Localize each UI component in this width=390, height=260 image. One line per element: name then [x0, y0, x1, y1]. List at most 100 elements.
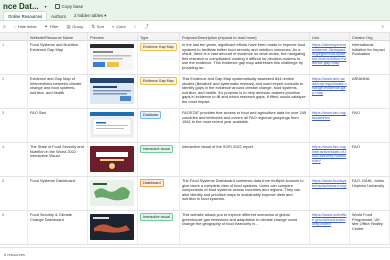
table-row[interactable]: 1 Food Systems and Nutrition Evidence Ga…: [0, 41, 390, 75]
filter-icon: ⏷: [44, 24, 49, 29]
preview-cell[interactable]: [88, 75, 138, 108]
link-cell[interactable]: https://www.foodsystemsdashboard.org/: [310, 177, 350, 210]
table-row[interactable]: 4 The State of Food Security and Nutriti…: [0, 143, 390, 177]
copy-base-button[interactable]: Copy base: [54, 3, 84, 9]
type-badge: Interactive visual: [140, 213, 173, 221]
resource-name-cell[interactable]: Food Systems Dashboard: [28, 177, 88, 210]
search-icon: ⌕: [381, 24, 384, 29]
row-number: 1: [0, 41, 28, 74]
filter-label: Filter: [49, 24, 59, 29]
color-button[interactable]: ◐ Color: [112, 24, 126, 29]
group-label: Group: [72, 24, 84, 29]
type-cell[interactable]: Interactive visual: [138, 211, 180, 244]
preview-thumbnail[interactable]: [90, 78, 134, 104]
sort-icon: ⇅: [91, 23, 96, 29]
search-button[interactable]: ⌕: [381, 24, 384, 29]
filter-button[interactable]: ⏷ Filter: [45, 24, 59, 29]
preview-cell[interactable]: [88, 41, 138, 74]
header-link[interactable]: Link: [310, 33, 350, 41]
preview-cell[interactable]: [88, 211, 138, 244]
type-cell[interactable]: Evidence Gap Map: [138, 75, 180, 108]
record-count: 6 resources: [0, 247, 390, 260]
type-cell[interactable]: Dashboard: [138, 177, 180, 210]
table-row[interactable]: 3 FAO Stat Database FAOSTAT provides fre…: [0, 109, 390, 143]
preview-cell[interactable]: [88, 143, 138, 176]
title-menu-chevron-icon[interactable]: ▾: [45, 4, 47, 9]
type-cell[interactable]: Interactive visual: [138, 143, 180, 176]
group-icon: ▤: [66, 23, 71, 29]
tab-hidden-tables[interactable]: 2 hidden tables ▾: [70, 11, 111, 20]
description-cell[interactable]: Interactive visual of the SOFI 2022 repo…: [180, 143, 310, 176]
menu-icon: ≡: [3, 24, 6, 29]
row-height-icon: ↕: [133, 24, 137, 29]
row-number: 6: [0, 211, 28, 244]
color-label: Color: [116, 24, 126, 29]
description-cell[interactable]: The Food Systems Dashboard combines data…: [180, 177, 310, 210]
preview-thumbnail[interactable]: [90, 146, 134, 172]
table-row[interactable]: 2 Evidence and Gap Map of Interventions …: [0, 75, 390, 109]
views-menu-button[interactable]: ≡: [3, 24, 6, 29]
resource-name-cell[interactable]: Evidence and Gap Map of Interventions be…: [28, 75, 88, 108]
copy-icon: [54, 3, 60, 9]
table-row[interactable]: 5 Food Systems Dashboard Dashboard The F…: [0, 177, 390, 211]
link-cell[interactable]: https://www.metoffice.gov.uk/food-insecu…: [310, 211, 350, 244]
type-cell[interactable]: Database: [138, 109, 180, 142]
hide-fields-label: Hide fields: [17, 24, 37, 29]
type-cell[interactable]: Evidence Gap Map: [138, 41, 180, 74]
type-badge: Dashboard: [140, 179, 164, 187]
base-title[interactable]: nce Dat...: [0, 2, 39, 11]
table-row[interactable]: 6 Food Security & Climate Change Dashboa…: [0, 211, 390, 245]
creator-cell[interactable]: ARIANNA: [350, 75, 390, 108]
copy-base-label: Copy base: [61, 3, 84, 9]
header-row-number[interactable]: [0, 33, 28, 41]
preview-thumbnail[interactable]: [90, 44, 134, 70]
row-number: 2: [0, 75, 28, 108]
description-cell[interactable]: This Evidence and Gap Map systematically…: [180, 75, 310, 108]
header-creator[interactable]: Creator Org: [350, 33, 390, 41]
preview-cell[interactable]: [88, 177, 138, 210]
eye-off-icon: ◌: [13, 24, 17, 29]
creator-cell[interactable]: FAO, GAIN, Johns Hopkins University: [350, 177, 390, 210]
preview-thumbnail[interactable]: [90, 180, 134, 206]
link-cell[interactable]: https://www.fao.org/interactive/state-of…: [310, 143, 350, 176]
row-height-button[interactable]: ↕: [134, 24, 136, 29]
type-badge: Evidence Gap Map: [140, 77, 177, 85]
view-toolbar: ≡ ◌ Hide fields ⏷ Filter ▤ Group ⇅ Sort ◐ Col…: [0, 21, 390, 33]
header-type[interactable]: Type: [138, 33, 180, 41]
header-preview[interactable]: Preview: [88, 33, 138, 41]
resource-name-cell[interactable]: Food Security & Climate Change Dashboard: [28, 211, 88, 244]
sort-button[interactable]: ⇅ Sort: [91, 24, 104, 30]
preview-thumbnail[interactable]: [90, 112, 134, 138]
hide-fields-button[interactable]: ◌ Hide fields: [14, 24, 37, 29]
link-cell[interactable]: https://www.ahh-academy.org/climate-chan…: [310, 75, 350, 108]
creator-cell[interactable]: FAO: [350, 109, 390, 142]
tab-online-resources[interactable]: Online Resources: [3, 11, 48, 20]
color-icon: ◐: [112, 24, 115, 29]
header-description[interactable]: Purpose/Description (expand to read more…: [180, 33, 310, 41]
top-bar: nce Dat... ▾ Copy base: [0, 0, 390, 12]
group-button[interactable]: ▤ Group: [67, 24, 84, 30]
description-cell[interactable]: In the last ten years, significant effor…: [180, 41, 310, 74]
row-number: 5: [0, 177, 28, 210]
link-cell[interactable]: https://developmentevidence.3ieimpact.or…: [310, 41, 350, 74]
resource-name-cell[interactable]: Food Systems and Nutrition Evidence Gap …: [28, 41, 88, 74]
preview-cell[interactable]: [88, 109, 138, 142]
creator-cell[interactable]: International Initiative for Impact Eval…: [350, 41, 390, 74]
type-badge: Interactive visual: [140, 145, 173, 153]
share-view-button[interactable]: ⤴: [144, 24, 149, 30]
resource-name-cell[interactable]: The State of Food Security and Nutrition…: [28, 143, 88, 176]
resource-name-cell[interactable]: FAO Stat: [28, 109, 88, 142]
creator-cell[interactable]: FAO: [350, 143, 390, 176]
sort-label: Sort: [96, 24, 105, 29]
creator-cell[interactable]: World Food Programme, UK Met Office Hadl…: [350, 211, 390, 244]
row-number: 4: [0, 143, 28, 176]
row-number: 3: [0, 109, 28, 142]
description-cell[interactable]: This website allows you to explore diffe…: [180, 211, 310, 244]
header-name[interactable]: Website/Resource Name: [28, 33, 88, 41]
type-badge: Database: [140, 111, 162, 119]
link-cell[interactable]: https://www.fao.org/faostat/en/: [310, 109, 350, 142]
description-cell[interactable]: FAOSTAT provides free access to food and…: [180, 109, 310, 142]
table-tabs: Online Resources Authors 2 hidden tables…: [0, 11, 390, 21]
preview-thumbnail[interactable]: [90, 214, 134, 240]
tab-authors[interactable]: Authors: [47, 12, 70, 20]
